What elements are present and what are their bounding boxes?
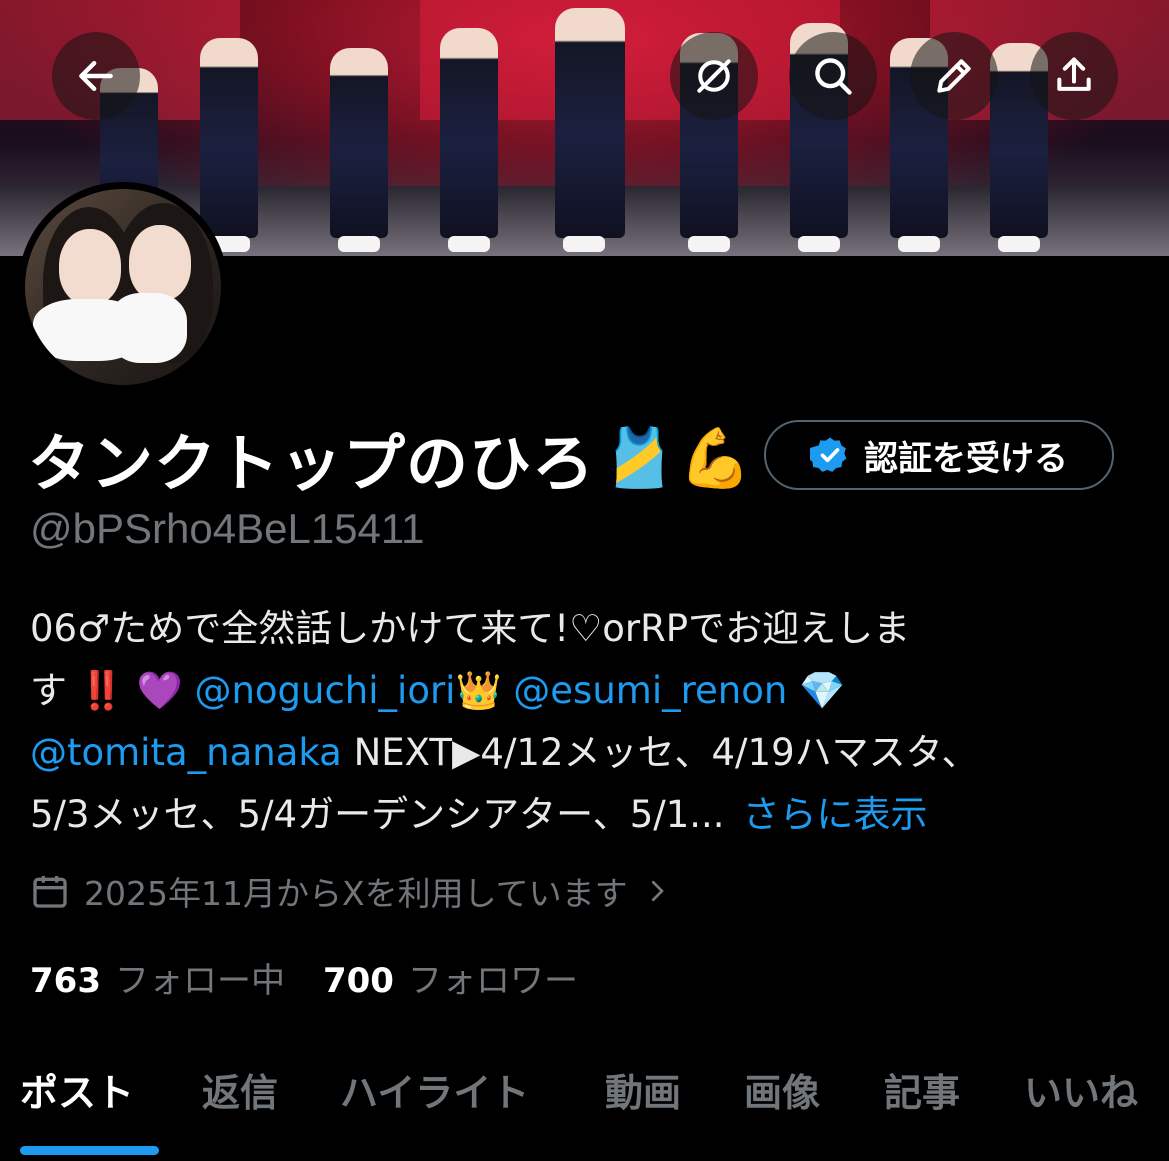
following-label: フォロー中: [114, 960, 285, 1001]
mention-link[interactable]: @esumi_renon: [513, 669, 787, 712]
bio-text: NEXT▶4/12メッセ、4/19ハマスタ、: [341, 731, 979, 774]
flexed-biceps-emoji: 💪: [679, 423, 752, 492]
avatar-face: [59, 229, 121, 305]
follow-stats: 763 フォロー中 700 フォロワー: [30, 952, 578, 1002]
gem-emoji: 💎: [787, 669, 846, 712]
active-tab-indicator: [20, 1146, 159, 1155]
tab-media[interactable]: 画像: [744, 1062, 820, 1132]
get-verified-button[interactable]: 認証を受ける: [764, 420, 1114, 490]
tab-highlights[interactable]: ハイライト: [340, 1062, 529, 1132]
display-name: タンクトップのひろ: [28, 430, 596, 499]
avatar-face: [129, 225, 191, 301]
bio-text: す ‼️ 💜: [30, 669, 195, 712]
chevron-right-icon: [651, 880, 663, 902]
following-link[interactable]: 763 フォロー中: [30, 953, 285, 1002]
share-icon: [1057, 57, 1091, 91]
back-button[interactable]: [52, 32, 140, 120]
edit-button[interactable]: [910, 32, 998, 120]
tab-likes[interactable]: いいね: [1024, 1062, 1138, 1132]
followers-link[interactable]: 700 フォロワー: [323, 953, 578, 1002]
banner-dancer: [555, 8, 625, 252]
tab-replies[interactable]: 返信: [202, 1062, 278, 1132]
tab-videos[interactable]: 動画: [605, 1062, 681, 1132]
banner-dancer: [330, 48, 388, 252]
mention-link[interactable]: @tomita_nanaka: [30, 731, 342, 774]
followers-count: 700: [322, 960, 394, 1001]
joined-text: 2025年11月からXを利用しています: [84, 874, 628, 913]
profile-bio: 06♂ためで全然話しかけて来て!♡orRPでお迎えしま す ‼️ 💜 @nogu…: [30, 598, 1140, 846]
arrow-left-icon: [79, 60, 113, 92]
profile-tabs: ポスト 返信 ハイライト 動画 画像 記事 いいね: [0, 1052, 1169, 1161]
avatar-scarf: [109, 293, 187, 363]
show-more-link[interactable]: さらに表示: [743, 793, 928, 836]
bio-line: す ‼️ 💜 @noguchi_iori👑 @esumi_renon 💎: [30, 660, 1140, 722]
bio-line: @tomita_nanaka NEXT▶4/12メッセ、4/19ハマスタ、: [30, 722, 1140, 784]
tab-posts[interactable]: ポスト: [20, 1062, 134, 1132]
banner-dancer: [200, 38, 258, 252]
display-name-row: タンクトップのひろ 🎽 💪: [28, 418, 752, 500]
bio-text: 06♂ためで全然話しかけて来て!♡orRPでお迎えしま: [30, 607, 911, 650]
bio-line: 5/3メッセ、5/4ガーデンシアター、5/1... さらに表示: [30, 784, 1140, 846]
joined-date[interactable]: 2025年11月からXを利用しています: [30, 866, 672, 916]
get-verified-label: 認証を受ける: [864, 438, 1068, 479]
bio-line: 06♂ためで全然話しかけて来て!♡orRPでお迎えしま: [30, 598, 1140, 660]
search-button[interactable]: [789, 32, 877, 120]
bio-text: 5/3メッセ、5/4ガーデンシアター、5/1...: [30, 793, 725, 836]
verified-badge-icon: [810, 437, 847, 472]
calendar-icon: [33, 876, 67, 908]
search-icon: [815, 58, 852, 95]
tab-articles[interactable]: 記事: [884, 1062, 960, 1132]
followers-label: フォロワー: [407, 960, 578, 1001]
following-count: 763: [30, 960, 101, 1001]
banner-dancer: [440, 28, 498, 252]
mention-link[interactable]: @noguchi_iori: [194, 669, 455, 712]
grok-button[interactable]: [670, 32, 758, 120]
profile-avatar[interactable]: [18, 182, 228, 392]
share-button[interactable]: [1030, 32, 1118, 120]
crown-emoji: 👑: [455, 669, 502, 712]
tank-top-emoji: 🎽: [603, 423, 676, 492]
user-handle: @bPSrho4BeL15411: [30, 505, 425, 552]
pencil-icon: [937, 59, 971, 93]
avatar-photo: [25, 189, 221, 385]
grok-icon: [697, 59, 731, 93]
